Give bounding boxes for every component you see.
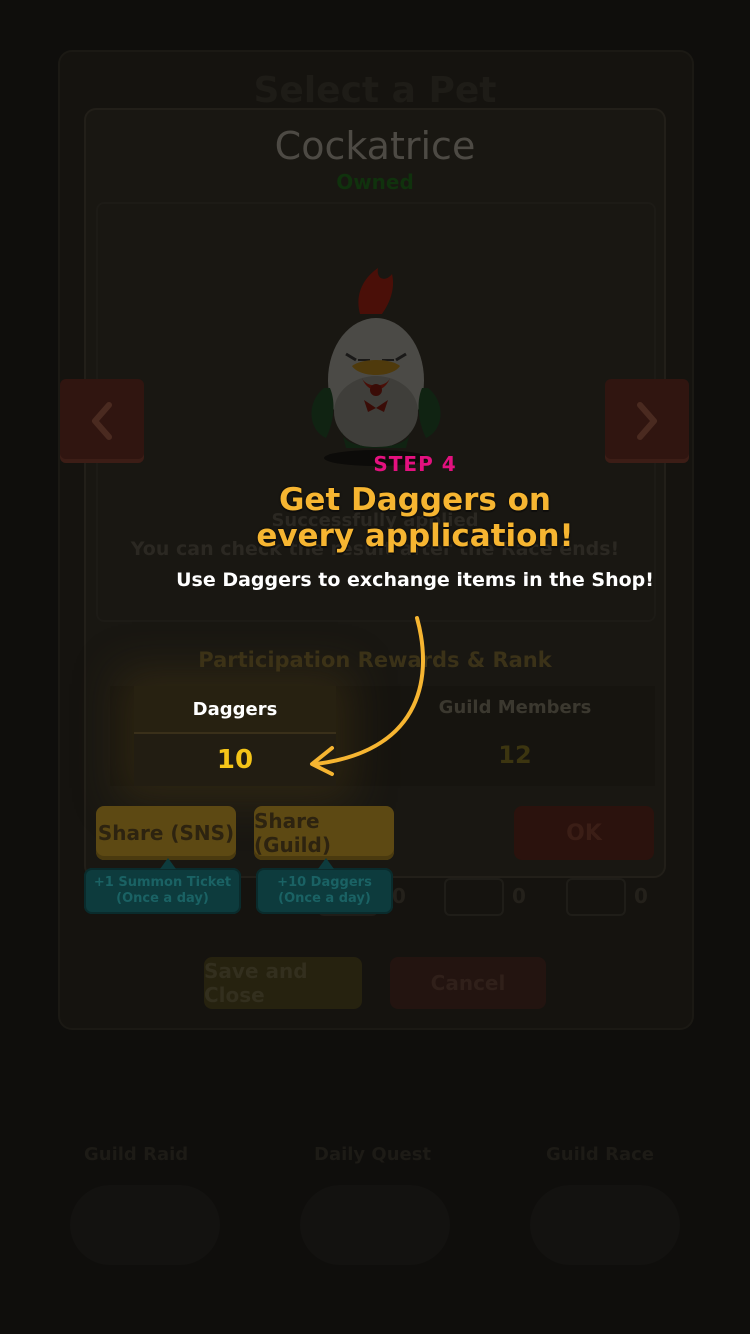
daily-quest-illustration [300,1185,450,1265]
chevron-right-icon [637,402,657,440]
share-sns-button[interactable]: Share (SNS) [96,806,236,860]
guild-members-value: 12 [498,741,532,769]
share-guild-reward-tooltip: +10 Daggers (Once a day) [256,858,393,914]
slot-box [444,878,504,916]
tooltip-line: (Once a day) [278,891,371,906]
slot-count: 0 [512,884,526,908]
prev-arrow-button[interactable] [60,379,144,463]
tutorial-title-line: Get Daggers on [278,482,552,518]
tutorial-title: Get Daggers on every application! [0,482,750,554]
share-guild-button[interactable]: Share (Guild) [254,806,394,860]
slot-box [566,878,626,916]
pet-name: Cockatrice [274,124,476,168]
tab-daily-quest[interactable]: Daily Quest [314,1144,431,1165]
pet-owned-status: Owned [336,170,414,194]
guild-race-illustration [530,1185,680,1265]
tab-guild-race[interactable]: Guild Race [546,1144,654,1165]
guild-raid-illustration [70,1185,220,1265]
chevron-left-icon [92,402,112,440]
tooltip-line: (Once a day) [116,891,209,906]
ok-button[interactable]: OK [514,806,654,860]
guild-members-label: Guild Members [438,697,592,718]
tooltip-line: +1 Summon Ticket [93,875,232,890]
save-and-close-button[interactable]: Save and Close [204,957,362,1009]
slot-count: 0 [634,884,648,908]
tooltip-line: +10 Daggers [277,875,372,890]
tutorial-step-label: STEP 4 [373,452,457,476]
background-title: Select a Pet [253,70,497,111]
next-arrow-button[interactable] [605,379,689,463]
cockatrice-pet-image [311,268,441,466]
tutorial-description: Use Daggers to exchange items in the Sho… [176,569,654,591]
tutorial-title-line: every application! [256,518,574,554]
slot-count: 0 [392,884,406,908]
tab-guild-raid[interactable]: Guild Raid [84,1144,188,1165]
share-sns-reward-tooltip: +1 Summon Ticket (Once a day) [84,858,241,914]
pointer-arrow-icon [310,616,426,776]
cancel-button[interactable]: Cancel [390,957,546,1009]
